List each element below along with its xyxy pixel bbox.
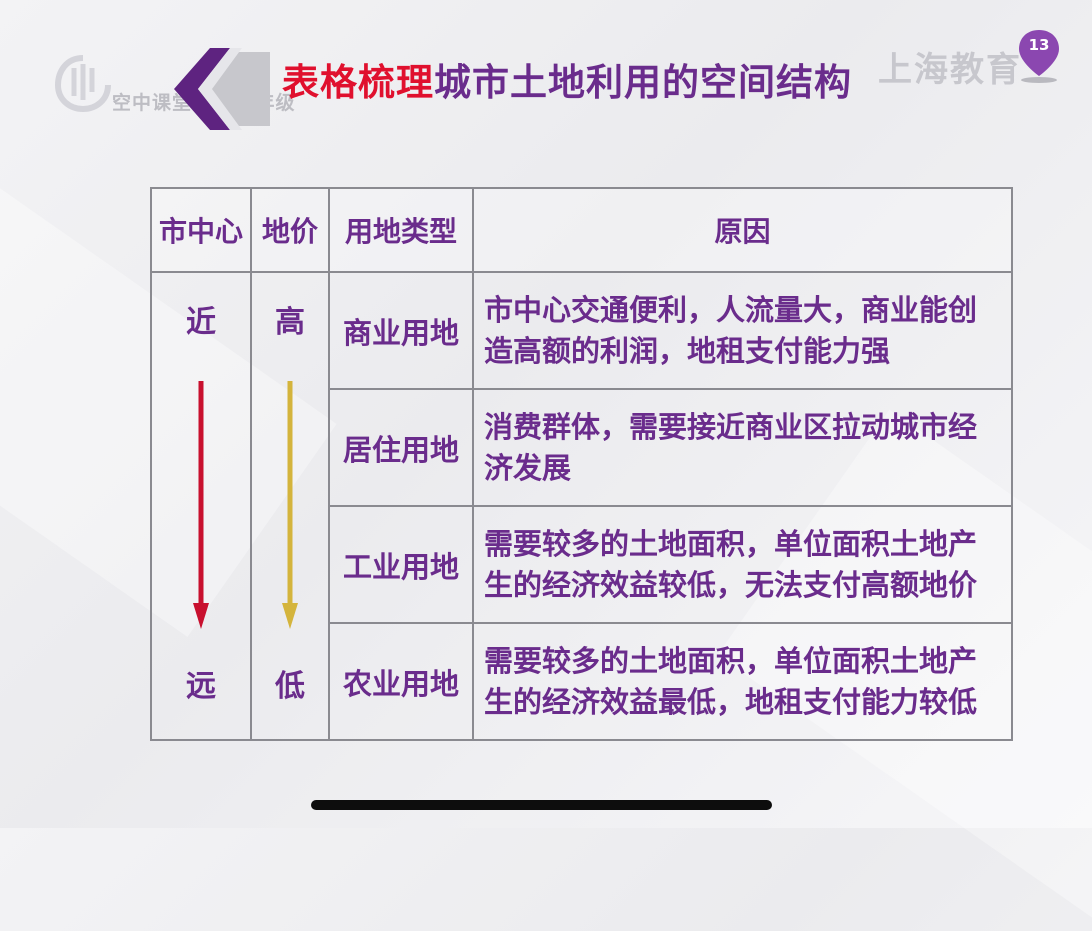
distance-far-label: 远: [186, 669, 216, 704]
reason-cell: 市中心交通便利，人流量大，商业能创造高额的利润，地租支付能力强: [472, 271, 1013, 390]
page-number: 13: [1028, 36, 1050, 54]
table-row: 近 远 高 低 商业用地 市中心交通便利，人流量大，商业能创造高额的利润，地租支…: [150, 271, 1013, 741]
header-cell-reason: 原因: [472, 187, 1013, 273]
arrow-down-red-icon: [193, 381, 209, 629]
reason-cell: 消费群体，需要接近商业区拉动城市经济发展: [472, 388, 1013, 507]
price-low-label: 低: [275, 669, 305, 704]
shanghai-air-classroom-logo-icon: [54, 55, 111, 113]
title-highlight: 表格梳理: [282, 61, 434, 104]
header-cell-price: 地价: [250, 187, 330, 273]
table-header-row: 市中心 地价 用地类型 原因: [150, 187, 1013, 273]
distance-column: 近 远: [150, 271, 252, 741]
land-use-table: 市中心 地价 用地类型 原因 近 远 高 低 商业用地 市中心交通便利，人流量大…: [150, 187, 1013, 741]
land-type-cell: 居住用地: [328, 388, 474, 507]
purple-chevron-icon: [174, 48, 270, 130]
price-high-label: 高: [275, 305, 305, 340]
reason-cell: 需要较多的土地面积，单位面积土地产生的经济效益较低，无法支付高额地价: [472, 505, 1013, 624]
distance-near-label: 近: [186, 305, 216, 340]
price-column: 高 低: [250, 271, 330, 741]
land-type-cell: 农业用地: [328, 622, 474, 741]
reason-cell: 需要较多的土地面积，单位面积土地产生的经济效益最低，地租支付能力较低: [472, 622, 1013, 741]
home-indicator-bar[interactable]: [311, 800, 772, 810]
land-type-cell: 商业用地: [328, 271, 474, 390]
title-rest: 城市土地利用的空间结构: [434, 61, 852, 104]
page-badge: 13: [1017, 28, 1061, 84]
arrow-down-gold-icon: [282, 381, 298, 629]
watermark: 上海教育: [878, 50, 1022, 90]
header-cell-center: 市中心: [150, 187, 252, 273]
land-type-cell: 工业用地: [328, 505, 474, 624]
header-cell-type: 用地类型: [328, 187, 474, 273]
page-title: 表格梳理城市土地利用的空间结构: [282, 52, 852, 106]
